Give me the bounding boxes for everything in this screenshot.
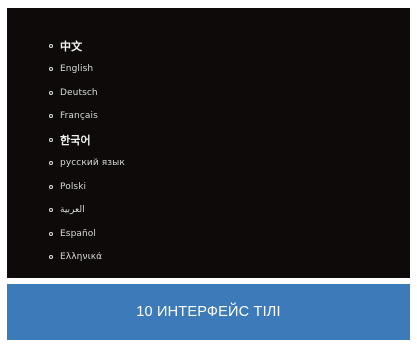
language-label: 한국어 — [60, 133, 91, 147]
language-option-greek[interactable]: Ελληνικά — [49, 246, 125, 270]
language-menu-screen: 中文 English Deutsch Français 한국어 русский … — [7, 8, 410, 278]
language-option-english[interactable]: English — [49, 58, 125, 82]
language-option-korean[interactable]: 한국어 — [49, 128, 125, 152]
caption-bar: 10 ИНТЕРФЕЙС ТІЛІ — [7, 284, 410, 340]
language-label: English — [60, 64, 94, 75]
bullet-icon — [49, 137, 53, 142]
language-option-french[interactable]: Français — [49, 105, 125, 129]
language-label: Deutsch — [60, 87, 98, 98]
language-option-arabic[interactable]: العربية — [49, 199, 125, 223]
bullet-icon — [49, 67, 53, 72]
language-label: Español — [60, 228, 97, 239]
bullet-icon — [49, 231, 53, 236]
bullet-icon — [49, 161, 53, 166]
language-label: русский язык — [60, 158, 125, 169]
language-label: العربية — [60, 205, 85, 216]
language-list: 中文 English Deutsch Français 한국어 русский … — [49, 34, 125, 269]
caption-text: 10 ИНТЕРФЕЙС ТІЛІ — [136, 304, 281, 320]
language-label: Ελληνικά — [60, 252, 103, 263]
bullet-icon — [49, 184, 53, 189]
language-label: 中文 — [60, 39, 83, 53]
language-option-german[interactable]: Deutsch — [49, 81, 125, 105]
language-option-russian[interactable]: русский язык — [49, 152, 125, 176]
language-label: Polski — [60, 181, 87, 192]
language-option-polish[interactable]: Polski — [49, 175, 125, 199]
bullet-icon — [49, 43, 53, 48]
language-label: Français — [60, 111, 98, 122]
bullet-icon — [49, 208, 53, 213]
bullet-icon — [49, 114, 53, 119]
language-option-chinese[interactable]: 中文 — [49, 34, 125, 58]
language-option-spanish[interactable]: Español — [49, 222, 125, 246]
bullet-icon — [49, 90, 53, 95]
bullet-icon — [49, 255, 53, 260]
product-image-frame: 中文 English Deutsch Français 한국어 русский … — [7, 8, 410, 340]
